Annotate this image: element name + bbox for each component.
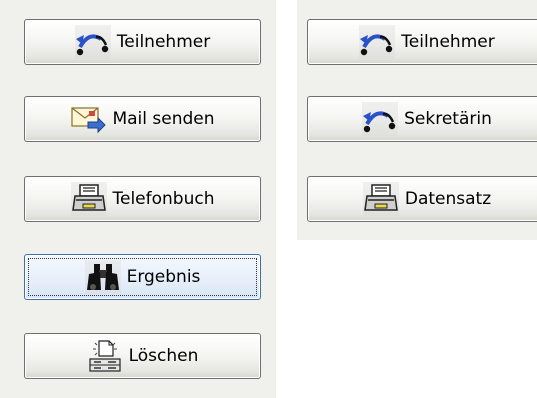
delete-icon [87, 339, 123, 373]
button-label: Datensatz [404, 189, 492, 209]
button-label: Mail senden [112, 109, 215, 129]
call-transfer-icon [362, 102, 399, 136]
button-label: Sekretärin [404, 109, 492, 129]
phonebook-icon [362, 182, 399, 216]
sekretaerin-button[interactable]: Sekretärin [307, 96, 537, 142]
button-label: Teilnehmer [401, 32, 495, 52]
button-label: Telefonbuch [112, 189, 215, 209]
teilnehmer-button-right[interactable]: Teilnehmer [307, 19, 537, 65]
button-label: Löschen [128, 346, 199, 366]
call-transfer-icon [359, 25, 396, 59]
telefonbuch-button[interactable]: Telefonbuch [24, 176, 261, 222]
ergebnis-button[interactable]: Ergebnis [24, 254, 261, 300]
mail-send-icon [70, 102, 107, 136]
button-label: Teilnehmer [116, 32, 211, 52]
mail-senden-button[interactable]: Mail senden [24, 96, 261, 142]
loeschen-button[interactable]: Löschen [24, 333, 261, 379]
binoculars-icon [84, 260, 121, 294]
phonebook-icon [70, 182, 107, 216]
call-transfer-icon [74, 25, 111, 59]
button-label: Ergebnis [126, 267, 201, 287]
datensatz-button[interactable]: Datensatz [307, 176, 537, 222]
teilnehmer-button[interactable]: Teilnehmer [24, 19, 261, 65]
